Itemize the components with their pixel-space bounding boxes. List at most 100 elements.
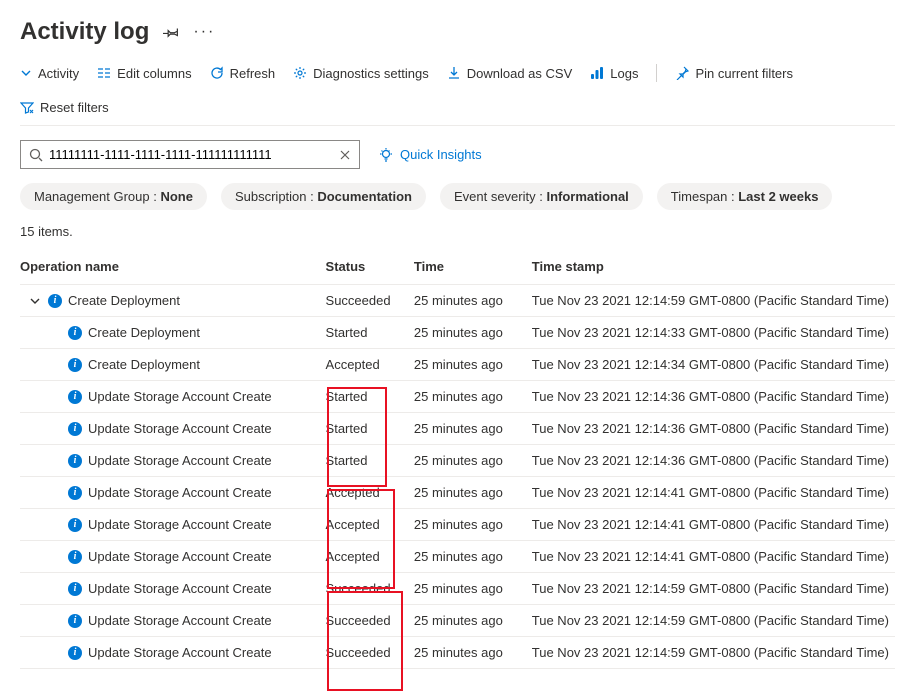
- filter-management-group[interactable]: Management Group : None: [20, 183, 207, 210]
- table-row[interactable]: iCreate DeploymentStarted25 minutes agoT…: [20, 317, 895, 349]
- timestamp-cell: Tue Nov 23 2021 12:14:33 GMT-0800 (Pacif…: [532, 317, 895, 349]
- table-row[interactable]: i Update Storage Account Create Accepted25…: [20, 477, 895, 509]
- pin-icon: [675, 66, 689, 80]
- status-cell: Started: [326, 381, 414, 413]
- table-row[interactable]: iUpdate Storage Account CreateSucceeded2…: [20, 573, 895, 605]
- chevron-down-icon[interactable]: [30, 296, 42, 306]
- operation-name: Update Storage Account Create: [88, 613, 272, 628]
- filter-subscription[interactable]: Subscription : Documentation: [221, 183, 426, 210]
- filter-ts-value: Last 2 weeks: [738, 189, 818, 204]
- info-icon: i: [68, 390, 82, 404]
- info-icon: i: [68, 486, 82, 500]
- time-cell: 25 minutes ago: [414, 349, 532, 381]
- time-cell: 25 minutes ago: [414, 381, 532, 413]
- info-icon: i: [68, 422, 82, 436]
- search-box[interactable]: [20, 140, 360, 169]
- operation-name: Update Storage Account Create: [88, 485, 272, 500]
- table-row[interactable]: iCreate DeploymentAccepted25 minutes ago…: [20, 349, 895, 381]
- edit-columns-label: Edit columns: [117, 66, 191, 81]
- col-header-time[interactable]: Time: [414, 249, 532, 285]
- operation-name: Create Deployment: [68, 293, 180, 308]
- status-cell: Succeeded: [326, 285, 414, 317]
- more-icon[interactable]: ···: [193, 23, 215, 41]
- status-cell: Accepted: [326, 509, 414, 541]
- table-row[interactable]: iUpdate Storage Account CreateSucceeded2…: [20, 605, 895, 637]
- toolbar: Activity Edit columns Refresh Diagnostic…: [20, 64, 895, 126]
- item-count: 15 items.: [20, 224, 895, 239]
- diagnostics-label: Diagnostics settings: [313, 66, 429, 81]
- info-icon: i: [68, 326, 82, 340]
- filter-sub-value: Documentation: [317, 189, 412, 204]
- filter-ts-label: Timespan :: [671, 189, 738, 204]
- timestamp-cell: Tue Nov 23 2021 12:14:59 GMT-0800 (Pacif…: [532, 285, 895, 317]
- table-row[interactable]: iUpdate Storage Account CreateStarted25 …: [20, 413, 895, 445]
- reset-filters-label: Reset filters: [40, 100, 109, 115]
- filter-sev-value: Informational: [546, 189, 628, 204]
- time-cell: 25 minutes ago: [414, 541, 532, 573]
- refresh-icon: [210, 66, 224, 80]
- reset-filters-button[interactable]: Reset filters: [20, 100, 109, 115]
- toolbar-separator: [656, 64, 657, 82]
- download-icon: [447, 66, 461, 80]
- status-cell: Accepted: [326, 477, 414, 509]
- activity-table: Operation name Status Time Time stamp iC…: [20, 249, 895, 669]
- status-cell: Accepted: [326, 349, 414, 381]
- operation-name: Update Storage Account Create: [88, 581, 272, 596]
- col-header-operation[interactable]: Operation name: [20, 249, 326, 285]
- time-cell: 25 minutes ago: [414, 477, 532, 509]
- time-cell: 25 minutes ago: [414, 509, 532, 541]
- timestamp-cell: Tue Nov 23 2021 12:14:59 GMT-0800 (Pacif…: [532, 573, 895, 605]
- search-input[interactable]: [49, 145, 333, 164]
- info-icon: i: [48, 294, 62, 308]
- quick-insights-button[interactable]: Quick Insights: [378, 147, 482, 163]
- logs-button[interactable]: Logs: [590, 66, 638, 81]
- timestamp-cell: Tue Nov 23 2021 12:14:59 GMT-0800 (Pacif…: [532, 637, 895, 669]
- status-cell: Started: [326, 317, 414, 349]
- chevron-down-icon: [20, 67, 32, 79]
- activity-dropdown[interactable]: Activity: [20, 66, 79, 81]
- pin-filters-button[interactable]: Pin current filters: [675, 66, 793, 81]
- status-cell: Succeeded: [326, 605, 414, 637]
- page-title: Activity log: [20, 18, 149, 46]
- status-cell: Accepted: [326, 541, 414, 573]
- time-cell: 25 minutes ago: [414, 605, 532, 637]
- time-cell: 25 minutes ago: [414, 317, 532, 349]
- logs-icon: [590, 66, 604, 80]
- download-csv-label: Download as CSV: [467, 66, 573, 81]
- table-row[interactable]: iUpdate Storage Account CreateStarted25 …: [20, 381, 895, 413]
- download-csv-button[interactable]: Download as CSV: [447, 66, 573, 81]
- quick-insights-label: Quick Insights: [400, 147, 482, 162]
- timestamp-cell: Tue Nov 23 2021 12:14:41 GMT-0800 (Pacif…: [532, 541, 895, 573]
- info-icon: i: [68, 518, 82, 532]
- clear-icon[interactable]: [339, 149, 351, 161]
- timestamp-cell: Tue Nov 23 2021 12:14:34 GMT-0800 (Pacif…: [532, 349, 895, 381]
- status-cell: Started: [326, 445, 414, 477]
- info-icon: i: [68, 454, 82, 468]
- filter-reset-icon: [20, 101, 34, 115]
- col-header-timestamp[interactable]: Time stamp: [532, 249, 895, 285]
- edit-columns-button[interactable]: Edit columns: [97, 66, 191, 81]
- info-icon: i: [68, 646, 82, 660]
- timestamp-cell: Tue Nov 23 2021 12:14:59 GMT-0800 (Pacif…: [532, 605, 895, 637]
- refresh-button[interactable]: Refresh: [210, 66, 276, 81]
- pin-icon[interactable]: [163, 24, 179, 40]
- filter-severity[interactable]: Event severity : Informational: [440, 183, 643, 210]
- operation-name: Update Storage Account Create: [88, 453, 272, 468]
- filter-timespan[interactable]: Timespan : Last 2 weeks: [657, 183, 833, 210]
- diagnostics-button[interactable]: Diagnostics settings: [293, 66, 429, 81]
- timestamp-cell: Tue Nov 23 2021 12:14:41 GMT-0800 (Pacif…: [532, 477, 895, 509]
- time-cell: 25 minutes ago: [414, 637, 532, 669]
- operation-name: Update Storage Account Create: [88, 549, 272, 564]
- col-header-status[interactable]: Status: [326, 249, 414, 285]
- table-row[interactable]: iUpdate Storage Account CreateStarted25 …: [20, 445, 895, 477]
- table-row[interactable]: iUpdate Storage Account CreateAccepted25…: [20, 509, 895, 541]
- table-row[interactable]: iCreate DeploymentSucceeded25 minutes ag…: [20, 285, 895, 317]
- table-row[interactable]: iUpdate Storage Account CreateSucceeded2…: [20, 637, 895, 669]
- timestamp-cell: Tue Nov 23 2021 12:14:36 GMT-0800 (Pacif…: [532, 413, 895, 445]
- status-cell: Succeeded: [326, 573, 414, 605]
- filter-mg-label: Management Group :: [34, 189, 160, 204]
- info-icon: i: [68, 550, 82, 564]
- table-row[interactable]: i Update Storage Account Create Accepted25…: [20, 541, 895, 573]
- refresh-label: Refresh: [230, 66, 276, 81]
- timestamp-cell: Tue Nov 23 2021 12:14:36 GMT-0800 (Pacif…: [532, 381, 895, 413]
